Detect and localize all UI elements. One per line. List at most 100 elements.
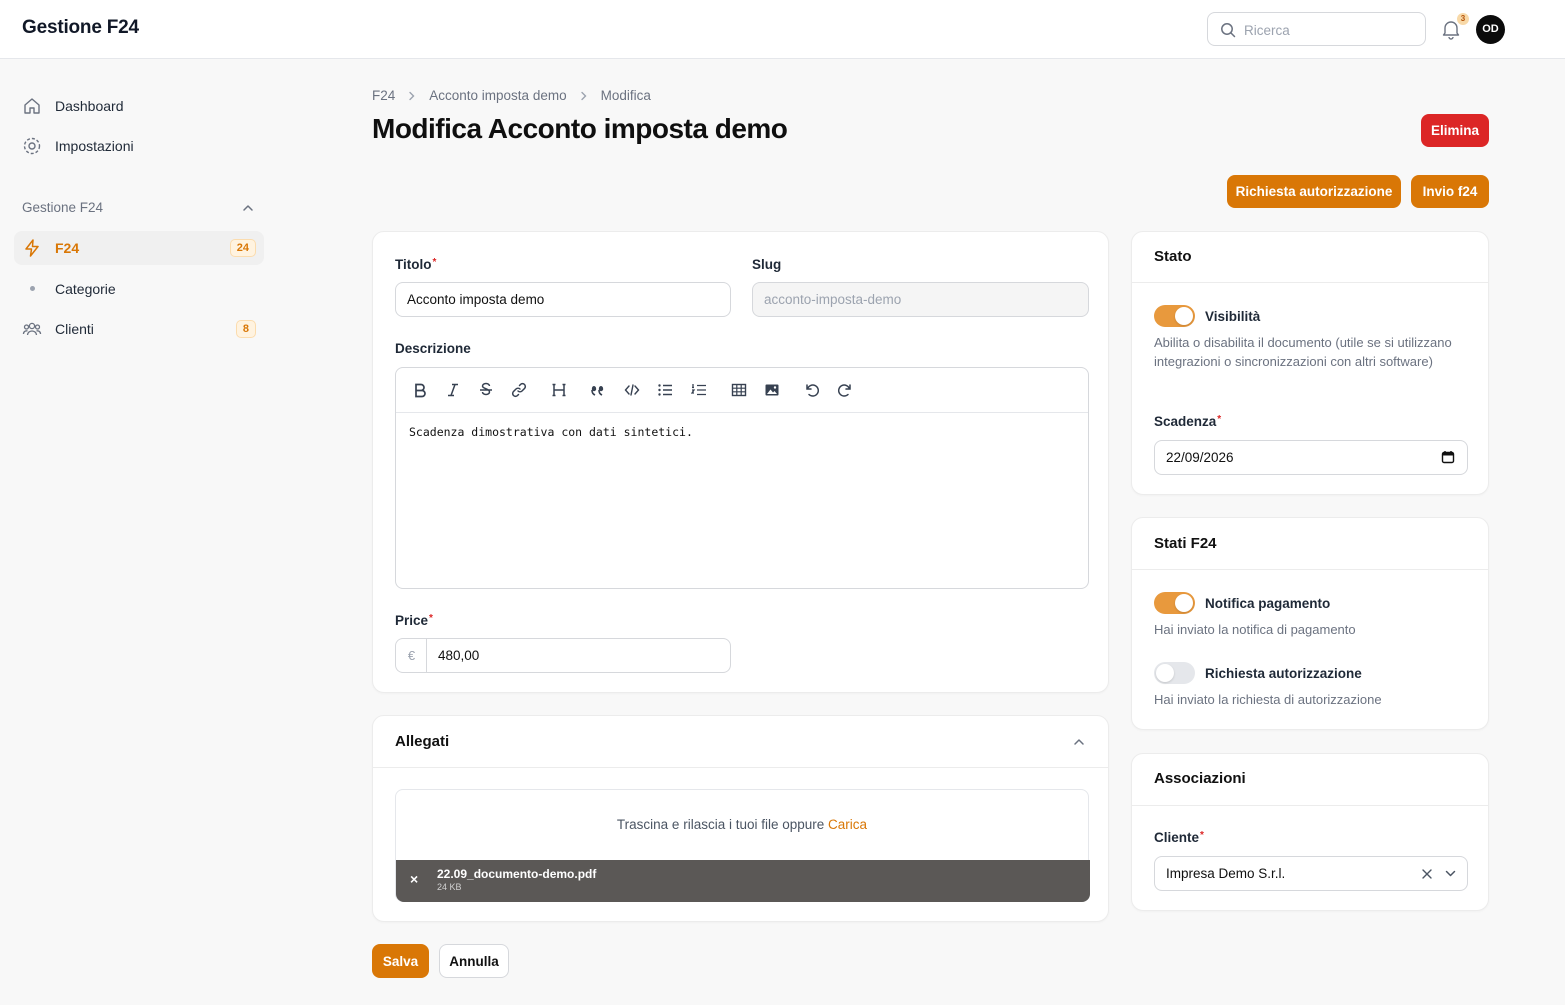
dropzone-label: Trascina e rilascia i tuoi file oppure (616, 817, 825, 832)
divider (1132, 805, 1488, 806)
chevron-up-icon[interactable] (241, 201, 255, 215)
sidebar-item-label: Dashboard (55, 98, 124, 114)
sidebar-item-clienti[interactable]: Clienti 8 (14, 312, 264, 346)
app-title: Gestione F24 (22, 17, 139, 38)
currency-prefix: € (395, 638, 427, 673)
remove-file-icon[interactable]: × (410, 872, 424, 886)
top-bar: Gestione F24 3 OD (0, 0, 1565, 59)
sidebar-item-label: Clienti (55, 321, 94, 337)
deadline-label: Scadenza* (1154, 414, 1221, 429)
chevron-right-icon (409, 91, 415, 100)
clear-icon[interactable] (1421, 868, 1433, 880)
gear-icon (23, 137, 41, 155)
avatar[interactable]: OD (1476, 15, 1505, 44)
chevron-down-icon[interactable] (1444, 867, 1457, 880)
divider (1132, 282, 1488, 283)
image-icon[interactable] (762, 380, 782, 400)
deadline-input[interactable] (1154, 440, 1468, 475)
italic-icon[interactable] (443, 380, 463, 400)
title-input[interactable] (395, 282, 731, 317)
auth-request-button[interactable]: Richiesta autorizzazione (1227, 175, 1401, 208)
attachments-card: Allegati Trascina e rilascia i tuoi file… (372, 715, 1109, 922)
editor-content[interactable]: Scadenza dimostrativa con dati sintetici… (409, 425, 693, 439)
sidebar-item-impostazioni[interactable]: Impostazioni (14, 129, 264, 163)
numbered-list-icon[interactable] (689, 380, 709, 400)
page-title: Modifica Acconto imposta demo (372, 113, 788, 144)
associazioni-card: Associazioni Cliente* Impresa Demo S.r.l… (1131, 753, 1489, 911)
file-name: 22.09_documento-demo.pdf (437, 867, 597, 881)
divider (1132, 569, 1488, 570)
undo-icon[interactable] (802, 380, 822, 400)
sidebar-item-label: Categorie (55, 281, 116, 297)
sidebar-item-f24[interactable]: F24 24 (14, 231, 264, 265)
description-label: Descrizione (395, 341, 471, 356)
sidebar-item-dashboard[interactable]: Dashboard (14, 89, 264, 123)
notification-badge: 3 (1457, 13, 1469, 25)
visibility-help: Abilita o disabilita il documento (utile… (1154, 335, 1452, 369)
redo-icon[interactable] (835, 380, 855, 400)
required-marker: * (1217, 414, 1222, 425)
visibility-toggle[interactable] (1154, 305, 1195, 327)
count-badge: 24 (229, 239, 256, 257)
breadcrumb: F24 Acconto imposta demo Modifica (372, 88, 651, 103)
payment-label: Notifica pagamento (1205, 596, 1331, 611)
client-value: Impresa Demo S.r.l. (1166, 866, 1286, 881)
payment-help: Hai inviato la notifica di pagamento (1154, 622, 1356, 637)
heading-icon[interactable] (549, 380, 569, 400)
price-input[interactable] (426, 638, 731, 673)
sidebar-item-categorie[interactable]: Categorie (14, 272, 264, 306)
delete-button[interactable]: Elimina (1421, 114, 1489, 147)
search-box[interactable] (1207, 12, 1426, 46)
stato-title: Stato (1154, 248, 1192, 265)
cancel-button[interactable]: Annulla (439, 944, 509, 978)
bold-icon[interactable] (410, 380, 430, 400)
slug-input (752, 282, 1089, 317)
rich-text-editor[interactable]: Scadenza dimostrativa con dati sintetici… (395, 367, 1089, 589)
send-f24-button[interactable]: Invio f24 (1411, 175, 1489, 208)
strikethrough-icon[interactable] (476, 380, 496, 400)
main-form-card: Titolo* Slug Descrizione Scadenza dimost… (372, 231, 1109, 693)
stati-f24-card: Stati F24 Notifica pagamento Hai inviato… (1131, 517, 1489, 730)
chevron-up-icon[interactable] (1072, 735, 1086, 749)
title-label-text: Titolo (395, 257, 432, 272)
payment-toggle[interactable] (1154, 592, 1195, 614)
breadcrumb-item[interactable]: F24 (372, 88, 395, 103)
users-icon (22, 322, 42, 336)
stati-f24-title: Stati F24 (1154, 535, 1217, 552)
auth-label: Richiesta autorizzazione (1205, 666, 1362, 681)
toggle-knob (1175, 307, 1193, 325)
table-icon[interactable] (729, 380, 749, 400)
bullet-icon (30, 286, 35, 291)
required-marker: * (432, 257, 437, 268)
title-label: Titolo* (395, 257, 436, 272)
chevron-right-icon (580, 91, 587, 100)
stato-card: Stato Visibilità Abilita o disabilita il… (1131, 231, 1489, 495)
sidebar-group-label: Gestione F24 (22, 200, 104, 215)
uploaded-file: × 22.09_documento-demo.pdf 24 KB (396, 860, 1090, 902)
breadcrumb-item: Modifica (600, 88, 651, 103)
deadline-label-text: Scadenza (1154, 414, 1217, 429)
link-icon[interactable] (509, 380, 529, 400)
price-label: Price* (395, 613, 433, 628)
file-dropzone[interactable]: Trascina e rilascia i tuoi file oppure C… (395, 789, 1090, 902)
auth-toggle[interactable] (1154, 662, 1195, 684)
search-icon (1221, 23, 1236, 38)
bullet-list-icon[interactable] (655, 380, 675, 400)
file-size: 24 KB (437, 882, 462, 892)
calendar-icon[interactable] (1441, 450, 1455, 464)
associazioni-title: Associazioni (1154, 770, 1246, 787)
dropzone-text: Trascina e rilascia i tuoi file oppure C… (396, 817, 1088, 832)
code-icon[interactable] (622, 380, 642, 400)
breadcrumb-item[interactable]: Acconto imposta demo (429, 88, 566, 103)
slug-label: Slug (752, 257, 782, 272)
client-label-text: Cliente (1154, 830, 1200, 845)
toggle-knob (1175, 594, 1193, 612)
editor-toolbar (396, 368, 1088, 413)
quote-icon[interactable] (588, 380, 608, 400)
upload-link[interactable]: Carica (828, 817, 867, 832)
attachments-title: Allegati (395, 733, 450, 750)
auth-help: Hai inviato la richiesta di autorizzazio… (1154, 692, 1382, 707)
save-button[interactable]: Salva (372, 944, 429, 978)
client-label: Cliente* (1154, 830, 1204, 845)
search-input[interactable] (1244, 20, 1414, 40)
